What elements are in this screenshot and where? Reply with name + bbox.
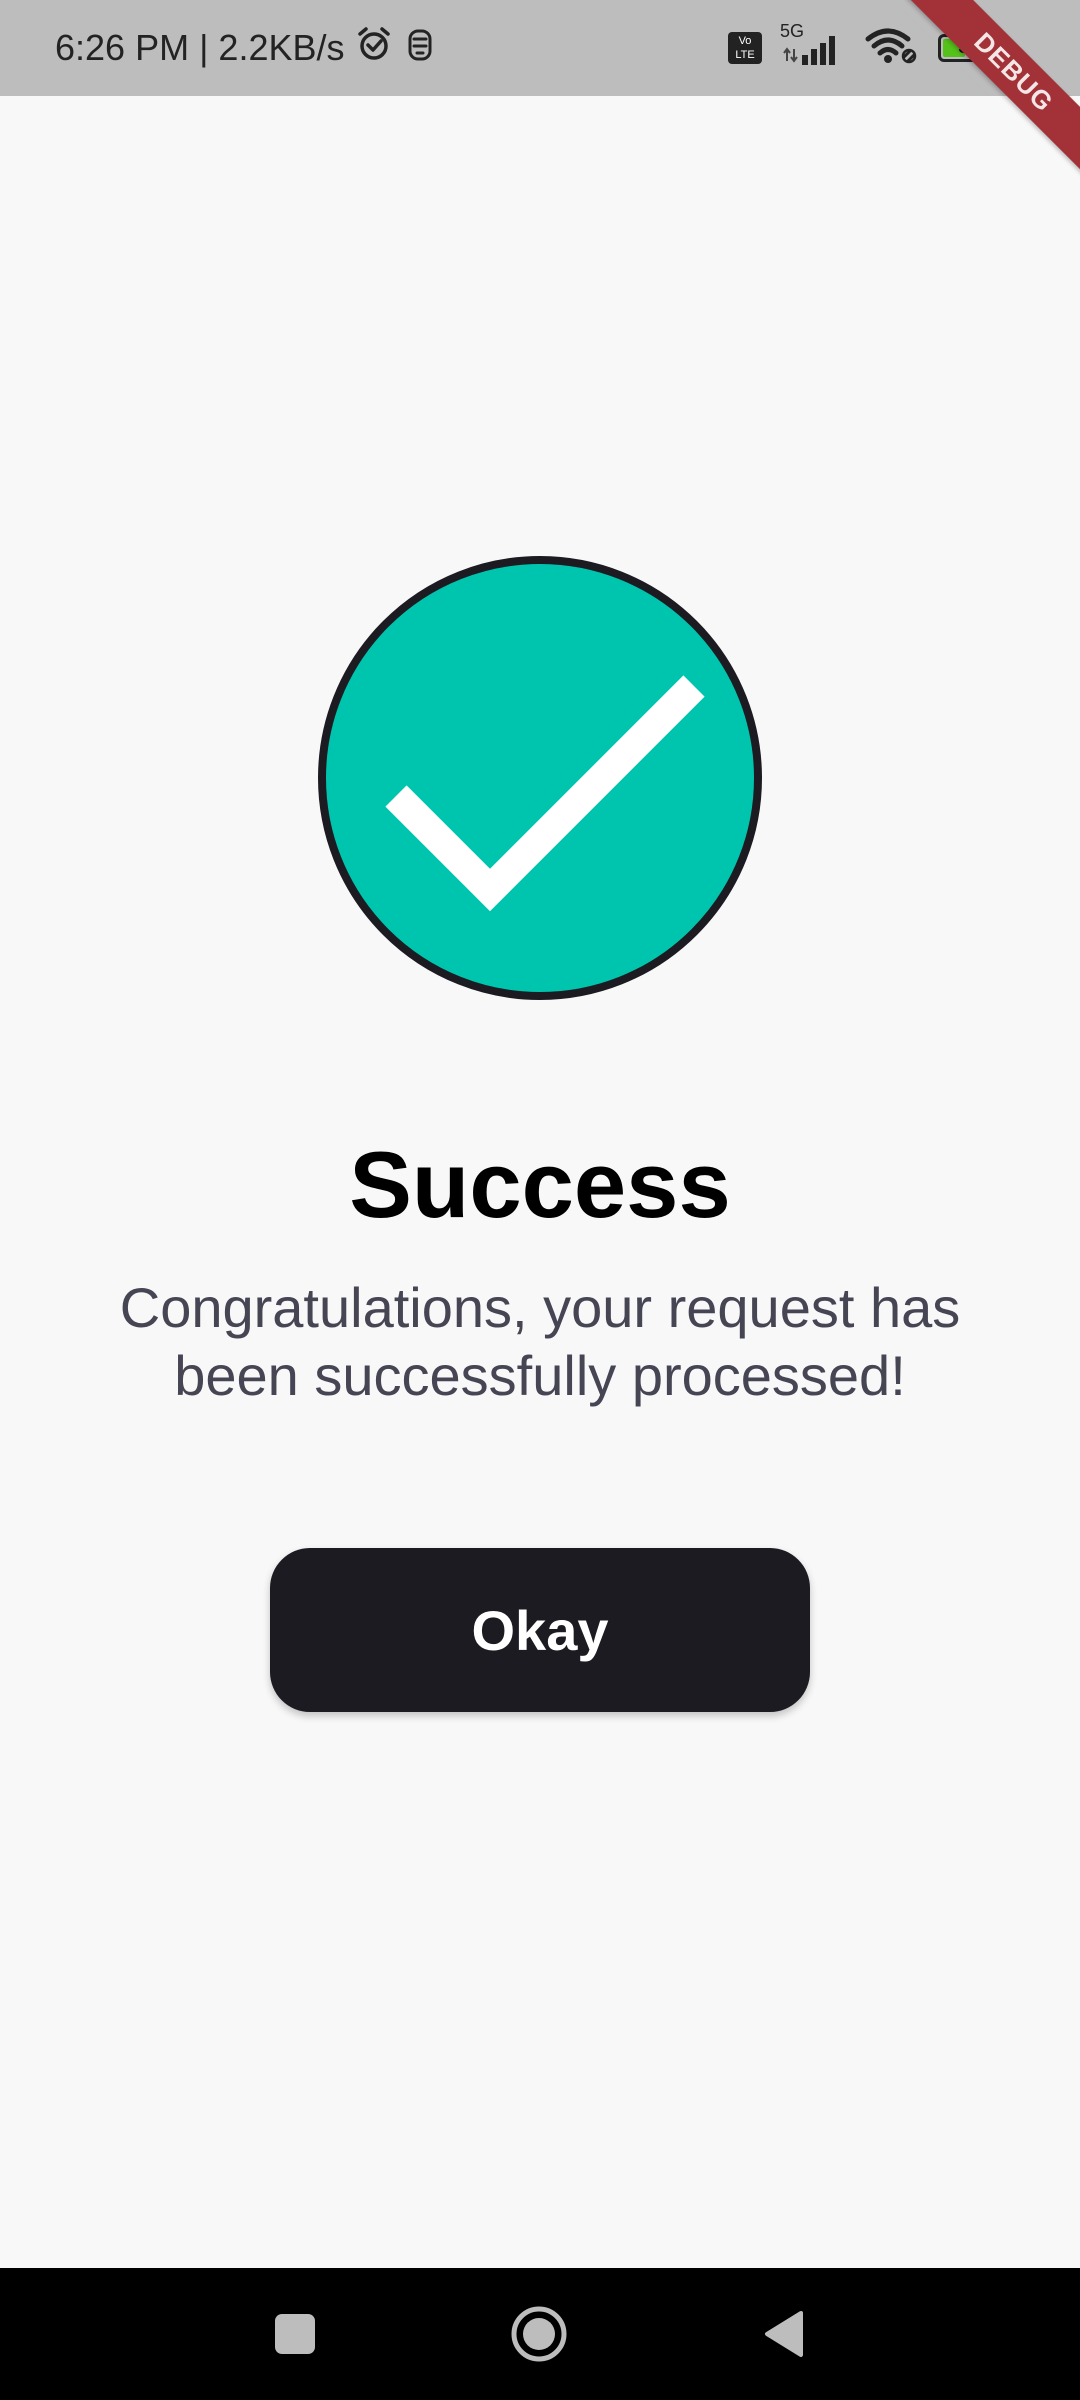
alarm-icon: [355, 25, 393, 72]
signal-icon: 5G: [780, 21, 846, 69]
navigation-bar: [0, 2268, 1080, 2400]
status-bar: 6:26 PM | 2.2KB/s Vo LTE 5G: [0, 0, 1080, 96]
okay-button[interactable]: Okay: [270, 1548, 810, 1712]
success-message: Congratulations, your request has been s…: [119, 1276, 961, 1407]
home-icon[interactable]: [479, 2268, 599, 2400]
back-icon[interactable]: [723, 2268, 843, 2400]
checkmark-circle-icon: [318, 556, 762, 1000]
status-time-speed: 6:26 PM | 2.2KB/s: [55, 27, 345, 68]
success-title: Success: [349, 1132, 731, 1237]
notification-icon: [403, 25, 437, 72]
recent-apps-icon[interactable]: [235, 2268, 355, 2400]
wifi-icon: [864, 25, 920, 72]
status-left: 6:26 PM | 2.2KB/s: [55, 0, 437, 96]
volte-icon: Vo LTE: [728, 32, 762, 64]
